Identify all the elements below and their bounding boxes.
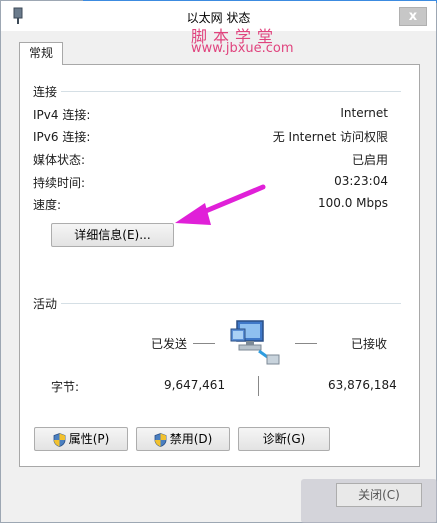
properties-button[interactable]: 属性(P) <box>34 427 128 451</box>
ipv6-label: IPv6 连接: <box>33 130 91 144</box>
connection-group-label: 连接 <box>33 85 58 99</box>
received-line <box>295 343 317 344</box>
general-tab-panel <box>19 64 420 467</box>
uac-shield-icon <box>53 432 66 447</box>
diagnose-button[interactable]: 诊断(G) <box>238 427 330 451</box>
media-state-value: 已启用 <box>351 153 388 167</box>
ipv6-value: 无 Internet 访问权限 <box>272 130 388 144</box>
close-button[interactable]: 关闭(C) <box>336 483 422 507</box>
sent-line <box>193 343 215 344</box>
bytes-divider <box>258 376 259 396</box>
uac-shield-icon <box>154 432 167 447</box>
details-button[interactable]: 详细信息(E)... <box>51 223 174 247</box>
disable-button-label: 禁用(D) <box>169 432 213 446</box>
received-label: 已接收 <box>351 337 388 351</box>
sent-label: 已发送 <box>151 337 188 351</box>
speed-value: 100.0 Mbps <box>317 196 388 210</box>
media-state-label: 媒体状态: <box>33 153 86 167</box>
tab-general[interactable]: 常规 <box>19 42 63 65</box>
close-window-button[interactable]: x <box>399 7 427 26</box>
ipv4-label: IPv4 连接: <box>33 108 91 122</box>
annotation-arrow-icon <box>175 184 266 225</box>
watermark-url: www.jbxue.com <box>191 41 294 56</box>
activity-group-label: 活动 <box>33 297 58 311</box>
activity-group-line <box>61 303 401 304</box>
bytes-sent-value: 9,647,461 <box>164 378 226 392</box>
speed-label: 速度: <box>33 198 62 212</box>
duration-value: 03:23:04 <box>334 174 388 188</box>
bytes-received-value: 63,876,184 <box>328 378 397 392</box>
properties-button-label: 属性(P) <box>68 432 110 446</box>
ipv4-value: Internet <box>340 106 388 120</box>
ethernet-status-window: 以太网 状态 x 脚本学堂 www.jbxue.com 常规 连接 IPv4 连… <box>0 0 437 523</box>
bytes-label: 字节: <box>51 380 80 394</box>
duration-label: 持续时间: <box>33 176 86 190</box>
network-computers-icon <box>230 320 280 365</box>
connection-group-line <box>61 91 401 92</box>
disable-button[interactable]: 禁用(D) <box>136 427 230 451</box>
